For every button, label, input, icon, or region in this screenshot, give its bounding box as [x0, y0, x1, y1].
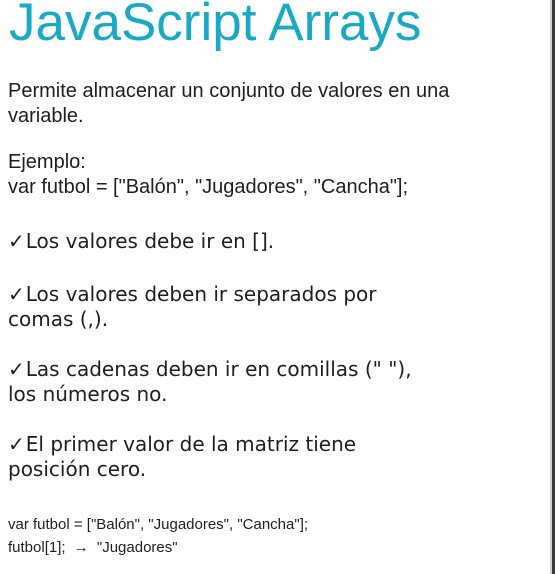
- check-icon: ✓: [8, 357, 25, 381]
- bullet-text-continued: los números no.: [8, 382, 168, 406]
- code-example-access: futbol[1]; → "Jugadores": [8, 538, 178, 558]
- bullet-item: ✓Los valores debe ir en [].: [8, 229, 274, 254]
- example-label: Ejemplo:: [8, 151, 86, 173]
- bullet-text: Los valores debe ir en [].: [25, 229, 275, 253]
- bullet-item: ✓Las cadenas deben ir en comillas (" "),…: [8, 357, 412, 407]
- code-access-expression: futbol[1];: [8, 539, 66, 556]
- check-icon: ✓: [8, 432, 25, 456]
- code-access-result: "Jugadores": [96, 539, 178, 556]
- arrow-right-icon: →: [73, 539, 89, 556]
- bullet-item: ✓El primer valor de la matriz tiene posi…: [8, 432, 356, 482]
- code-example-declaration: var futbol = ["Balón", "Jugadores", "Can…: [8, 516, 309, 533]
- bullet-text-continued: comas (,).: [8, 307, 109, 331]
- intro-line-2: variable.: [8, 105, 84, 127]
- check-icon: ✓: [8, 282, 25, 306]
- bullet-text: El primer valor de la matriz tiene: [25, 432, 357, 456]
- bullet-item: ✓Los valores deben ir separados por coma…: [8, 282, 377, 332]
- slide-title: JavaScript Arrays: [9, 0, 422, 52]
- intro-line-1: Permite almacenar un conjunto de valores…: [8, 80, 450, 102]
- bullet-text: Los valores deben ir separados por: [25, 282, 377, 306]
- example-code: var futbol = ["Balón", "Jugadores", "Can…: [8, 176, 409, 198]
- intro-text: Permite almacenar un conjunto de valores…: [8, 79, 449, 129]
- bullet-text-continued: posición cero.: [8, 457, 147, 481]
- check-icon: ✓: [8, 229, 25, 253]
- slide: JavaScript Arrays Permite almacenar un c…: [0, 0, 555, 574]
- bullet-text: Las cadenas deben ir en comillas (" "),: [25, 357, 412, 381]
